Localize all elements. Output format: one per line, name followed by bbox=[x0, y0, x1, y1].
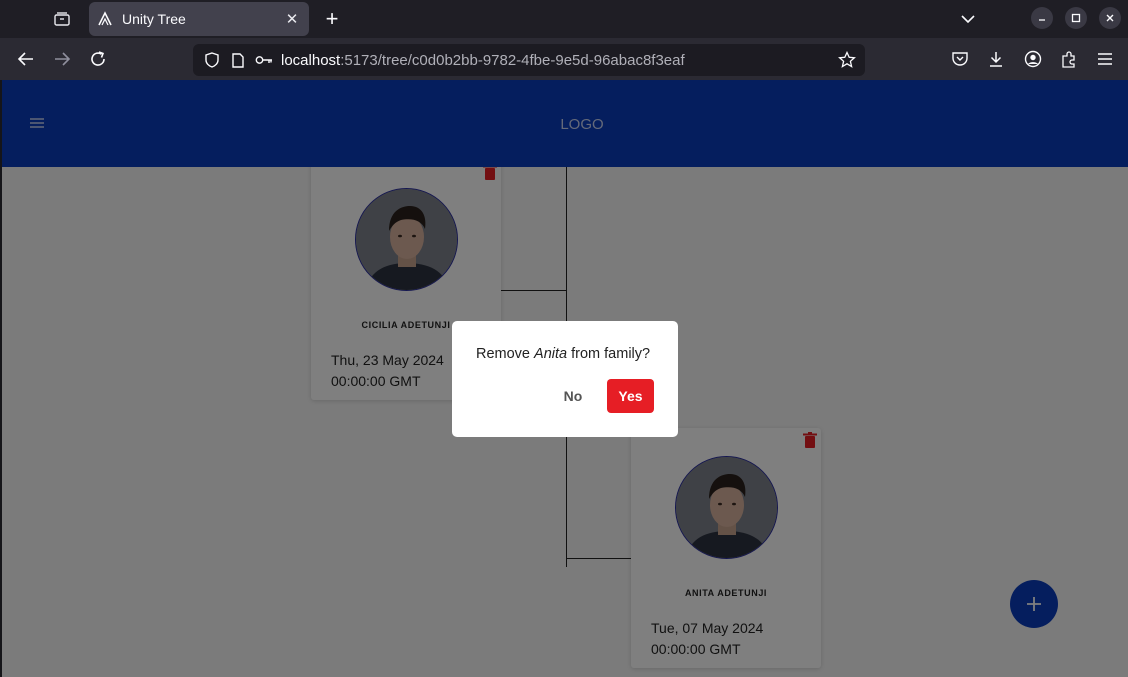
app-menu-icon[interactable] bbox=[1094, 48, 1116, 70]
yes-button[interactable]: Yes bbox=[607, 379, 654, 413]
pocket-icon[interactable] bbox=[949, 48, 971, 70]
back-icon[interactable] bbox=[15, 48, 37, 70]
browser-tab[interactable]: Unity Tree ✕ bbox=[89, 2, 309, 36]
shield-icon[interactable] bbox=[203, 51, 221, 69]
no-button[interactable]: No bbox=[553, 379, 593, 413]
dialog-message: Remove Anita from family? bbox=[476, 346, 650, 362]
close-window-icon[interactable] bbox=[1099, 7, 1121, 29]
minimize-icon[interactable] bbox=[1031, 7, 1053, 29]
app-favicon-icon bbox=[97, 11, 113, 27]
browser-nav-bar: localhost:5173/tree/c0d0b2bb-9782-4fbe-9… bbox=[0, 38, 1128, 80]
browser-tab-bar: Unity Tree ✕ + bbox=[0, 0, 1128, 38]
tab-list-chevron-icon[interactable] bbox=[956, 8, 980, 30]
page-icon[interactable] bbox=[229, 51, 247, 69]
reload-icon[interactable] bbox=[87, 48, 109, 70]
account-icon[interactable] bbox=[1022, 48, 1044, 70]
url-bar[interactable]: localhost:5173/tree/c0d0b2bb-9782-4fbe-9… bbox=[193, 44, 865, 76]
bookmark-star-icon[interactable] bbox=[837, 50, 857, 70]
url-host: localhost bbox=[281, 51, 341, 69]
tab-overview-icon[interactable] bbox=[50, 8, 74, 30]
new-tab-icon[interactable]: + bbox=[320, 6, 344, 31]
maximize-icon[interactable] bbox=[1065, 7, 1087, 29]
dialog-message-prefix: Remove bbox=[476, 346, 535, 362]
tab-title: Unity Tree bbox=[122, 11, 186, 27]
tab-close-icon[interactable]: ✕ bbox=[283, 10, 301, 28]
key-icon[interactable] bbox=[255, 51, 273, 69]
download-icon[interactable] bbox=[985, 48, 1007, 70]
dialog-member-name: Anita bbox=[534, 346, 568, 362]
url-path: :5173/tree/c0d0b2bb-9782-4fbe-9e5d-96aba… bbox=[340, 51, 685, 69]
forward-icon[interactable] bbox=[51, 48, 73, 70]
extensions-icon[interactable] bbox=[1058, 48, 1080, 70]
dialog-message-suffix: from family? bbox=[567, 346, 651, 362]
